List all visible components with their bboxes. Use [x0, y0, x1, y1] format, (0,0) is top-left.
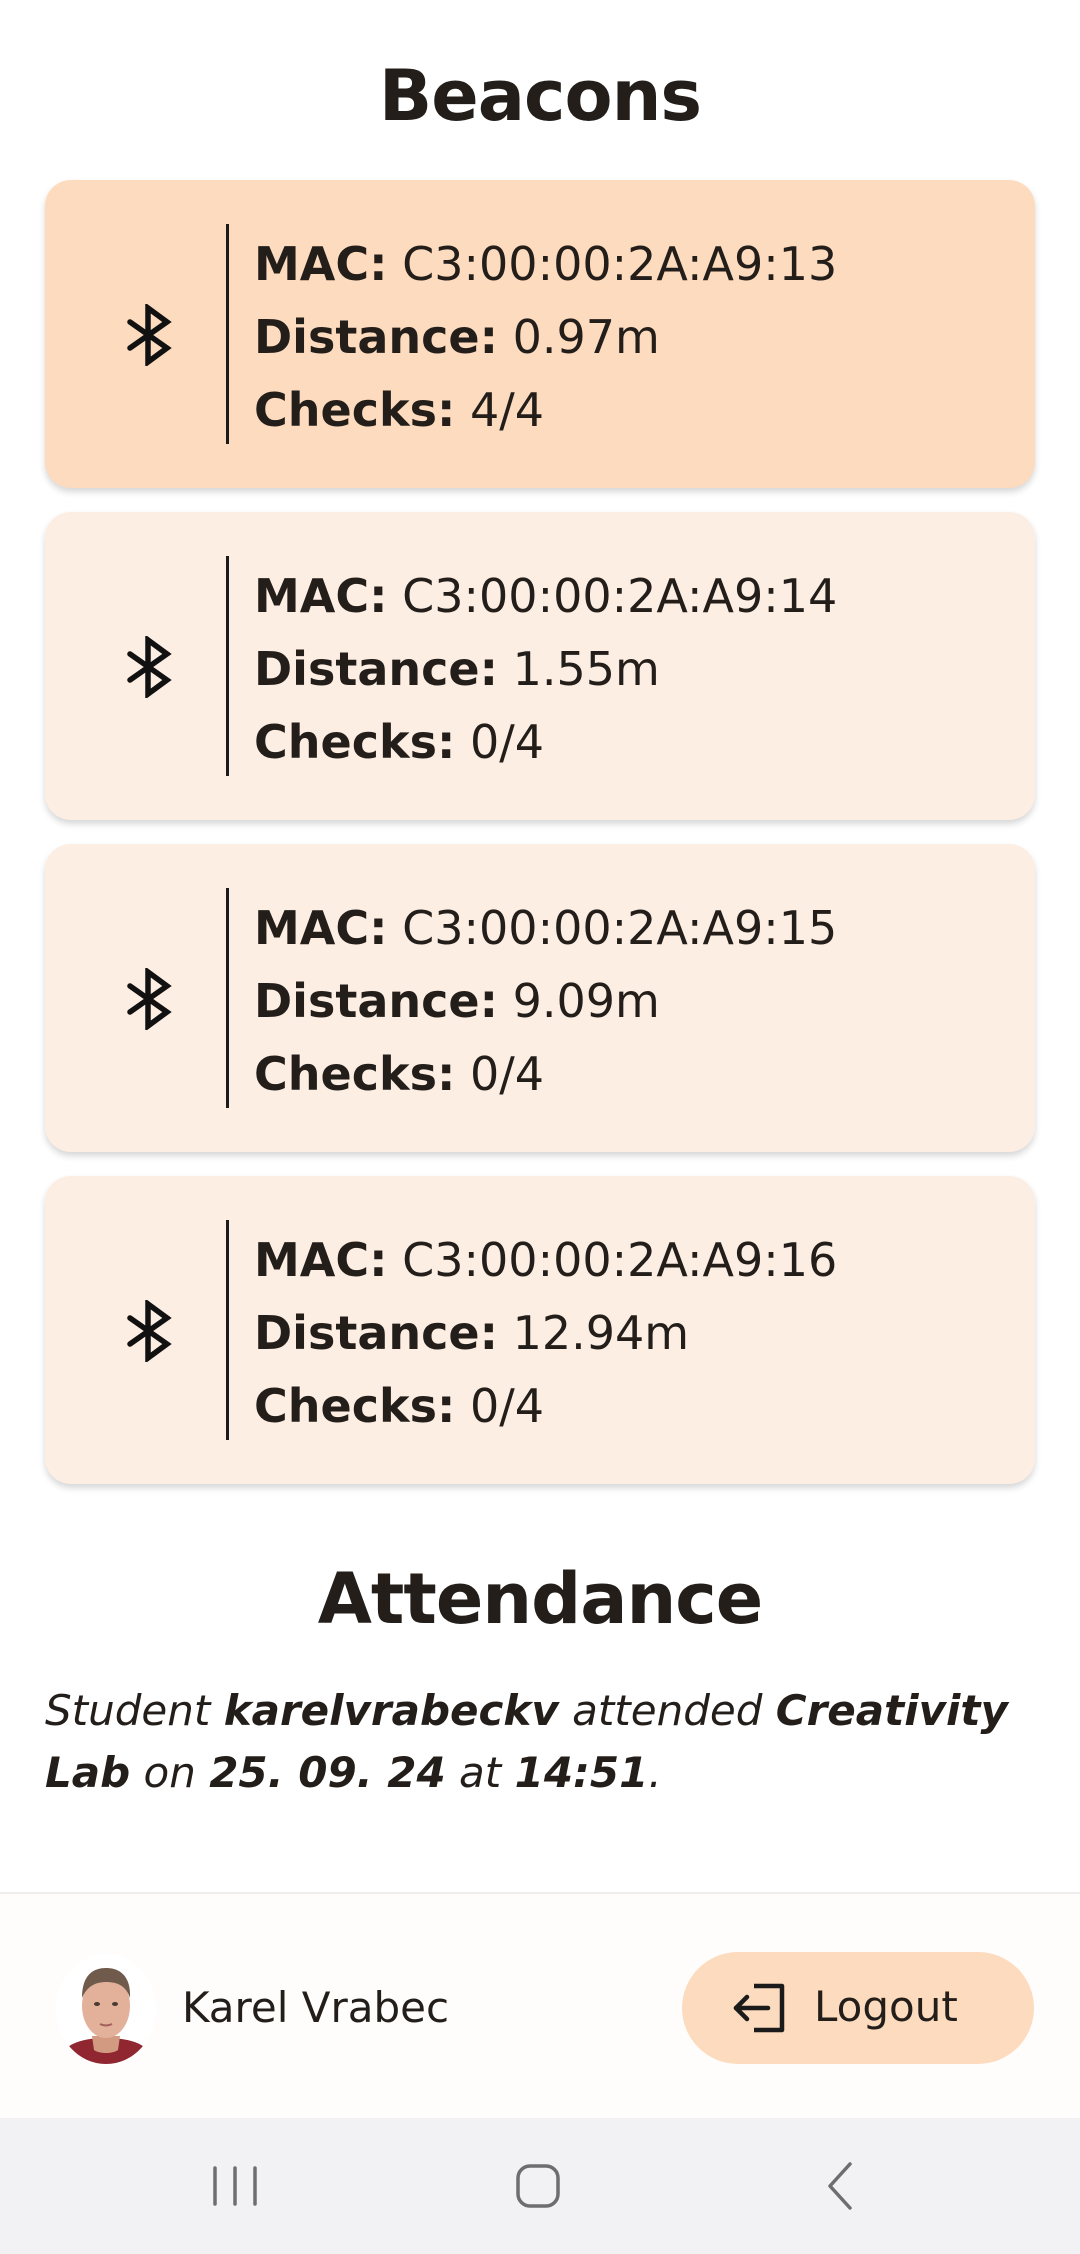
mac-line: MAC: C3:00:00:2A:A9:16 — [254, 1224, 837, 1297]
mac-value: C3:00:00:2A:A9:13 — [402, 237, 838, 291]
attendance-title: Attendance — [317, 1558, 764, 1640]
beacon-details: MAC: C3:00:00:2A:A9:15 Distance: 9.09m C… — [254, 892, 837, 1111]
checks-value: 0/4 — [469, 1047, 544, 1101]
beacon-card[interactable]: MAC: C3:00:00:2A:A9:14 Distance: 1.55m C… — [45, 512, 1035, 820]
bluetooth-icon — [127, 636, 172, 698]
distance-value: 0.97m — [512, 310, 660, 364]
distance-value: 9.09m — [512, 974, 660, 1028]
student-username: karelvrabeckv — [223, 1686, 559, 1735]
attendance-text-part: at — [445, 1748, 515, 1797]
mac-value: C3:00:00:2A:A9:16 — [402, 1233, 838, 1287]
page-title: Beacons — [378, 55, 702, 137]
distance-line: Distance: 9.09m — [254, 965, 837, 1038]
beacon-card[interactable]: MAC: C3:00:00:2A:A9:16 Distance: 12.94m … — [45, 1176, 1035, 1484]
distance-value: 1.55m — [512, 642, 660, 696]
mac-label: MAC: — [254, 1233, 388, 1287]
user-name: Karel Vrabec — [182, 1983, 450, 2032]
logout-button[interactable]: Logout — [682, 1952, 1034, 2064]
checks-label: Checks: — [254, 383, 456, 437]
checks-line: Checks: 0/4 — [254, 706, 837, 779]
distance-label: Distance: — [254, 974, 498, 1028]
logout-icon — [733, 1983, 785, 2033]
bluetooth-icon — [127, 304, 172, 366]
checks-label: Checks: — [254, 715, 456, 769]
mac-label: MAC: — [254, 569, 388, 623]
avatar-portrait — [58, 1968, 154, 2064]
checks-label: Checks: — [254, 1047, 456, 1101]
back-button[interactable] — [806, 2158, 876, 2214]
mac-line: MAC: C3:00:00:2A:A9:13 — [254, 228, 837, 301]
recent-apps-button[interactable] — [200, 2158, 270, 2214]
home-button[interactable] — [503, 2158, 573, 2214]
beacon-details: MAC: C3:00:00:2A:A9:16 Distance: 12.94m … — [254, 1224, 837, 1443]
checks-value: 0/4 — [469, 1379, 544, 1433]
distance-label: Distance: — [254, 642, 498, 696]
system-navigation-bar — [0, 2118, 1080, 2254]
checks-value: 4/4 — [469, 383, 544, 437]
bluetooth-icon — [127, 968, 172, 1030]
checks-line: Checks: 0/4 — [254, 1370, 837, 1443]
checks-line: Checks: 4/4 — [254, 374, 837, 447]
beacon-card[interactable]: MAC: C3:00:00:2A:A9:13 Distance: 0.97m C… — [45, 180, 1035, 488]
attendance-message: Student karelvrabeckv attended Creativit… — [45, 1680, 1045, 1804]
card-divider — [226, 888, 229, 1108]
home-icon — [516, 2164, 560, 2208]
distance-line: Distance: 1.55m — [254, 633, 837, 706]
user-footer: Karel Vrabec Logout — [0, 1894, 1080, 2118]
beacon-details: MAC: C3:00:00:2A:A9:14 Distance: 1.55m C… — [254, 560, 837, 779]
bluetooth-icon — [127, 1300, 172, 1362]
distance-label: Distance: — [254, 1306, 498, 1360]
mac-line: MAC: C3:00:00:2A:A9:14 — [254, 560, 837, 633]
attendance-text-part: . — [648, 1748, 662, 1797]
card-divider — [226, 556, 229, 776]
mac-label: MAC: — [254, 237, 388, 291]
mac-label: MAC: — [254, 901, 388, 955]
attendance-time: 14:51 — [514, 1748, 649, 1797]
attendance-text-part: on — [130, 1748, 210, 1797]
card-divider — [226, 224, 229, 444]
distance-value: 12.94m — [512, 1306, 690, 1360]
checks-value: 0/4 — [469, 715, 544, 769]
attendance-text-part: Student — [45, 1686, 224, 1735]
mac-value: C3:00:00:2A:A9:14 — [402, 569, 838, 623]
checks-line: Checks: 0/4 — [254, 1038, 837, 1111]
attendance-text-part: attended — [558, 1686, 776, 1735]
user-avatar — [56, 1954, 156, 2064]
card-divider — [226, 1220, 229, 1440]
recent-apps-icon — [213, 2166, 257, 2206]
beacon-list: MAC: C3:00:00:2A:A9:13 Distance: 0.97m C… — [45, 180, 1035, 1508]
logout-label: Logout — [814, 1982, 958, 2031]
distance-line: Distance: 12.94m — [254, 1297, 837, 1370]
attendance-date: 25. 09. 24 — [209, 1748, 446, 1797]
mac-line: MAC: C3:00:00:2A:A9:15 — [254, 892, 837, 965]
distance-line: Distance: 0.97m — [254, 301, 837, 374]
beacon-card[interactable]: MAC: C3:00:00:2A:A9:15 Distance: 9.09m C… — [45, 844, 1035, 1152]
mac-value: C3:00:00:2A:A9:15 — [402, 901, 838, 955]
checks-label: Checks: — [254, 1379, 456, 1433]
distance-label: Distance: — [254, 310, 498, 364]
beacon-details: MAC: C3:00:00:2A:A9:13 Distance: 0.97m C… — [254, 228, 837, 447]
back-icon — [828, 2162, 852, 2210]
